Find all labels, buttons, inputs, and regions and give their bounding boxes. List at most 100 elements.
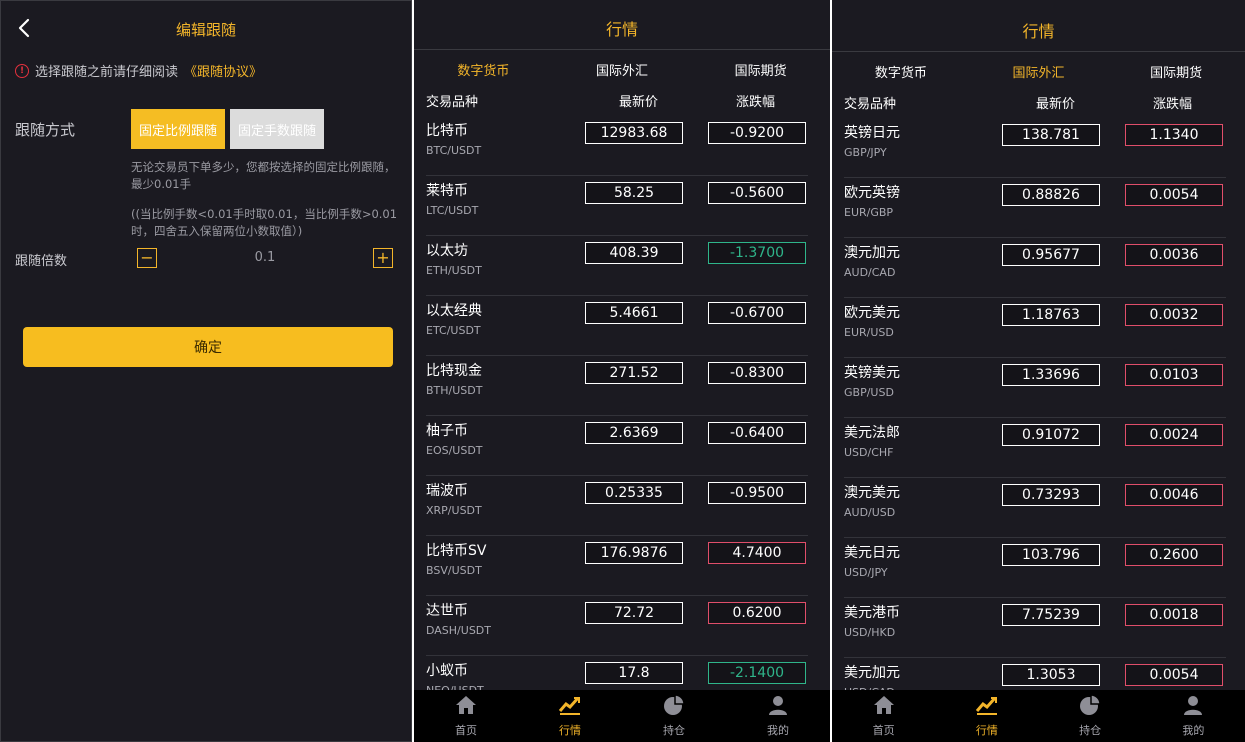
symbol-code: USD/CHF (844, 446, 894, 459)
symbol-name: 美元加元 (844, 665, 900, 681)
tab-futures[interactable]: 国际期货 (691, 60, 830, 79)
change-percent[interactable]: -0.6700 (708, 302, 806, 324)
nav-item-market-chart[interactable]: 行情 (518, 690, 622, 742)
change-percent[interactable]: 0.0024 (1125, 424, 1223, 446)
symbol-name: 以太经典 (426, 303, 482, 319)
last-price[interactable]: 2.6369 (585, 422, 683, 444)
change-percent[interactable]: -0.9500 (708, 482, 806, 504)
nav-item-profile[interactable]: 我的 (1142, 690, 1245, 742)
quote-row[interactable]: 比特现金 BTH/USDT 271.52 -0.8300 (426, 356, 808, 416)
change-percent[interactable]: 0.2600 (1125, 544, 1223, 566)
last-price[interactable]: 12983.68 (585, 122, 683, 144)
follow-mode-label: 跟随方式 (15, 121, 76, 139)
change-percent[interactable]: 0.0018 (1125, 604, 1223, 626)
last-price[interactable]: 7.75239 (1002, 604, 1100, 626)
last-price[interactable]: 1.3053 (1002, 664, 1100, 686)
home-icon (454, 694, 478, 720)
minus-icon[interactable]: − (137, 248, 157, 268)
nav-item-market-chart[interactable]: 行情 (935, 690, 1038, 742)
last-price[interactable]: 1.33696 (1002, 364, 1100, 386)
agreement-link[interactable]: 《跟随协议》 (184, 61, 262, 80)
plus-icon[interactable]: + (373, 248, 393, 268)
quote-row[interactable]: 以太坊 ETH/USDT 408.39 -1.3700 (426, 236, 808, 296)
symbol-code: BTH/USDT (426, 384, 483, 397)
change-percent[interactable]: 0.0054 (1125, 184, 1223, 206)
last-price[interactable]: 1.18763 (1002, 304, 1100, 326)
symbol-name: 比特币 (426, 123, 468, 139)
quote-row[interactable]: 以太经典 ETC/USDT 5.4661 -0.6700 (426, 296, 808, 356)
nav-item-profile[interactable]: 我的 (726, 690, 830, 742)
change-percent[interactable]: 0.6200 (708, 602, 806, 624)
quote-row[interactable]: 欧元美元 EUR/USD 1.18763 0.0032 (844, 298, 1226, 358)
change-percent[interactable]: -1.3700 (708, 242, 806, 264)
change-percent[interactable]: 0.0036 (1125, 244, 1223, 266)
quote-row[interactable]: 澳元美元 AUD/USD 0.73293 0.0046 (844, 478, 1226, 538)
quote-row[interactable]: 英镑日元 GBP/JPY 138.781 1.1340 (844, 118, 1226, 178)
fixed-lots-button[interactable]: 固定手数跟随 (230, 109, 324, 149)
tab-crypto[interactable]: 数字货币 (414, 60, 553, 79)
last-price[interactable]: 408.39 (585, 242, 683, 264)
symbol-code: EUR/USD (844, 326, 894, 339)
page-title: 行情 (1022, 22, 1055, 41)
quote-row[interactable]: 美元港币 USD/HKD 7.75239 0.0018 (844, 598, 1226, 658)
symbol-name: 瑞波币 (426, 483, 468, 499)
profile-icon (766, 694, 790, 720)
nav-item-home[interactable]: 首页 (414, 690, 518, 742)
change-percent[interactable]: -0.9200 (708, 122, 806, 144)
quote-row[interactable]: 比特币SV BSV/USDT 176.9876 4.7400 (426, 536, 808, 596)
quote-row[interactable]: 比特币 BTC/USDT 12983.68 -0.9200 (426, 116, 808, 176)
quote-row[interactable]: 美元法郎 USD/CHF 0.91072 0.0024 (844, 418, 1226, 478)
change-percent[interactable]: 0.0046 (1125, 484, 1223, 506)
change-percent[interactable]: 0.0103 (1125, 364, 1223, 386)
quote-row[interactable]: 达世币 DASH/USDT 72.72 0.6200 (426, 596, 808, 656)
symbol-name: 比特现金 (426, 363, 482, 379)
multiplier-value[interactable]: 0.1 (161, 250, 369, 265)
last-price[interactable]: 17.8 (585, 662, 683, 684)
quote-row[interactable]: 柚子币 EOS/USDT 2.6369 -0.6400 (426, 416, 808, 476)
fixed-ratio-button[interactable]: 固定比例跟随 (131, 109, 225, 149)
change-percent[interactable]: -0.8300 (708, 362, 806, 384)
last-price[interactable]: 0.91072 (1002, 424, 1100, 446)
quote-row[interactable]: 莱特币 LTC/USDT 58.25 -0.5600 (426, 176, 808, 236)
symbol-code: ETH/USDT (426, 264, 482, 277)
quote-row[interactable]: 英镑美元 GBP/USD 1.33696 0.0103 (844, 358, 1226, 418)
change-percent[interactable]: 4.7400 (708, 542, 806, 564)
last-price[interactable]: 176.9876 (585, 542, 683, 564)
change-percent[interactable]: 0.0032 (1125, 304, 1223, 326)
last-price[interactable]: 138.781 (1002, 124, 1100, 146)
nav-item-position-pie[interactable]: 持仓 (1039, 690, 1142, 742)
symbol-name: 澳元美元 (844, 485, 900, 501)
last-price[interactable]: 271.52 (585, 362, 683, 384)
change-percent[interactable]: -2.1400 (708, 662, 806, 684)
header-change: 涨跌幅 (1153, 97, 1193, 112)
agreement-notice: ! 选择跟随之前请仔细阅读 《跟随协议》 (15, 61, 262, 80)
last-price[interactable]: 5.4661 (585, 302, 683, 324)
symbol-code: GBP/JPY (844, 146, 887, 159)
nav-item-home[interactable]: 首页 (832, 690, 935, 742)
last-price[interactable]: 103.796 (1002, 544, 1100, 566)
market-tabs: 数字货币 国际外汇 国际期货 (414, 60, 830, 79)
tab-crypto[interactable]: 数字货币 (832, 62, 970, 81)
change-percent[interactable]: -0.5600 (708, 182, 806, 204)
last-price[interactable]: 0.73293 (1002, 484, 1100, 506)
last-price[interactable]: 72.72 (585, 602, 683, 624)
quote-row[interactable]: 美元日元 USD/JPY 103.796 0.2600 (844, 538, 1226, 598)
change-percent[interactable]: 0.0054 (1125, 664, 1223, 686)
symbol-code: LTC/USDT (426, 204, 479, 217)
confirm-button[interactable]: 确定 (23, 327, 393, 367)
change-percent[interactable]: -0.6400 (708, 422, 806, 444)
change-percent[interactable]: 1.1340 (1125, 124, 1223, 146)
tab-forex[interactable]: 国际外汇 (553, 60, 692, 79)
nav-item-position-pie[interactable]: 持仓 (622, 690, 726, 742)
quote-row[interactable]: 欧元英镑 EUR/GBP 0.88826 0.0054 (844, 178, 1226, 238)
last-price[interactable]: 0.95677 (1002, 244, 1100, 266)
quote-row[interactable]: 澳元加元 AUD/CAD 0.95677 0.0036 (844, 238, 1226, 298)
last-price[interactable]: 58.25 (585, 182, 683, 204)
page-title: 编辑跟随 (175, 21, 236, 39)
tab-forex[interactable]: 国际外汇 (970, 62, 1108, 81)
quote-row[interactable]: 瑞波币 XRP/USDT 0.25335 -0.9500 (426, 476, 808, 536)
last-price[interactable]: 0.25335 (585, 482, 683, 504)
market-screen-forex: 行情 数字货币 国际外汇 国际期货 交易品种 最新价 涨跌幅 英镑日元 GBP/J… (832, 0, 1245, 742)
last-price[interactable]: 0.88826 (1002, 184, 1100, 206)
tab-futures[interactable]: 国际期货 (1107, 62, 1245, 81)
